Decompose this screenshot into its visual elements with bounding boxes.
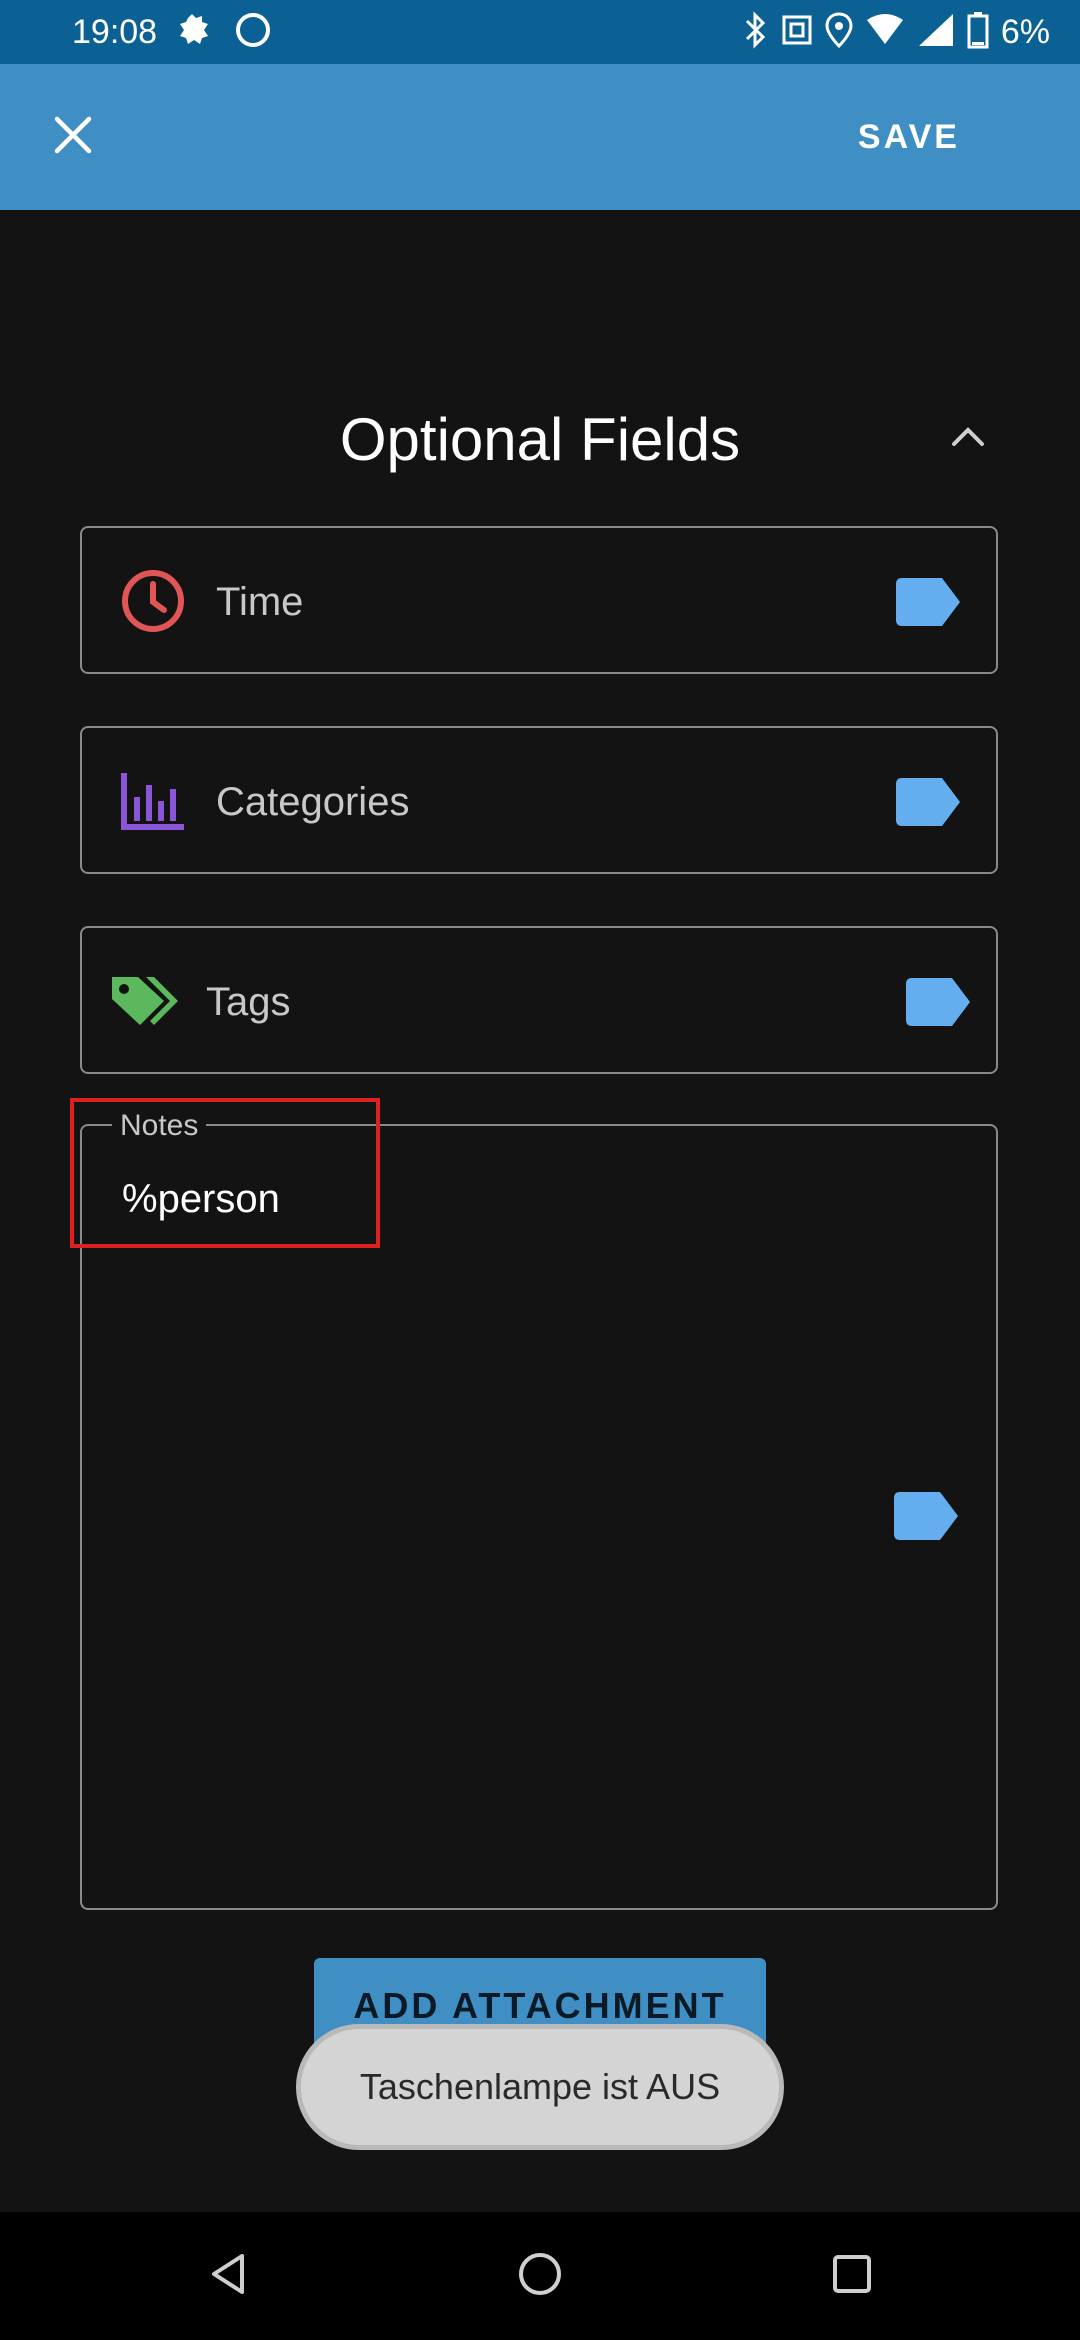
tags-field-label: Tags: [206, 980, 291, 1024]
close-icon: [53, 115, 93, 160]
wifi-icon: [865, 13, 905, 51]
back-icon: [208, 2252, 248, 2301]
battery-icon: [967, 11, 989, 54]
status-left-icons: [176, 10, 272, 54]
status-right-icons: 6%: [743, 10, 1050, 54]
close-button[interactable]: [40, 104, 106, 170]
chevron-up-icon: [950, 424, 986, 453]
tags-field[interactable]: Tags: [80, 926, 998, 1074]
home-button[interactable]: [504, 2240, 576, 2312]
app-bar: SAVE: [0, 64, 1080, 210]
bluetooth-icon: [743, 10, 769, 54]
section-title: Optional Fields: [339, 406, 741, 473]
status-time: 19:08: [72, 13, 158, 51]
categories-field[interactable]: Categories: [80, 726, 998, 874]
collapse-section-button[interactable]: [946, 416, 990, 460]
notes-label: Notes: [112, 1108, 207, 1144]
nfc-icon: [781, 14, 813, 51]
tags-icon: [108, 966, 178, 1036]
weather-icon: [176, 10, 216, 55]
signal-icon: [917, 12, 955, 53]
categories-field-label: Categories: [216, 780, 410, 824]
categories-tag-icon[interactable]: [896, 778, 960, 826]
bar-chart-icon: [118, 766, 188, 836]
time-field-label: Time: [216, 580, 304, 624]
toast-message: Taschenlampe ist AUS: [296, 2024, 784, 2150]
save-button[interactable]: SAVE: [858, 112, 960, 162]
time-tag-icon[interactable]: [896, 578, 960, 626]
status-bar: 19:08 6%: [0, 0, 1080, 64]
screen: 19:08 6% SAVE Optional Fields Time Categ…: [0, 0, 1080, 2340]
back-button[interactable]: [192, 2240, 264, 2312]
battery-percentage: 6%: [1000, 13, 1050, 51]
circle-icon: [234, 11, 272, 54]
recents-button[interactable]: [816, 2240, 888, 2312]
location-icon: [825, 11, 853, 53]
recents-icon: [831, 2253, 873, 2300]
notes-tag-icon[interactable]: [894, 1492, 958, 1540]
home-icon: [517, 2251, 563, 2302]
time-field[interactable]: Time: [80, 526, 998, 674]
notes-field[interactable]: [80, 1124, 998, 1910]
clock-icon: [118, 566, 188, 636]
tags-tag-icon[interactable]: [906, 978, 970, 1026]
navigation-bar: [0, 2212, 1080, 2340]
notes-input[interactable]: %person: [122, 1170, 280, 1228]
